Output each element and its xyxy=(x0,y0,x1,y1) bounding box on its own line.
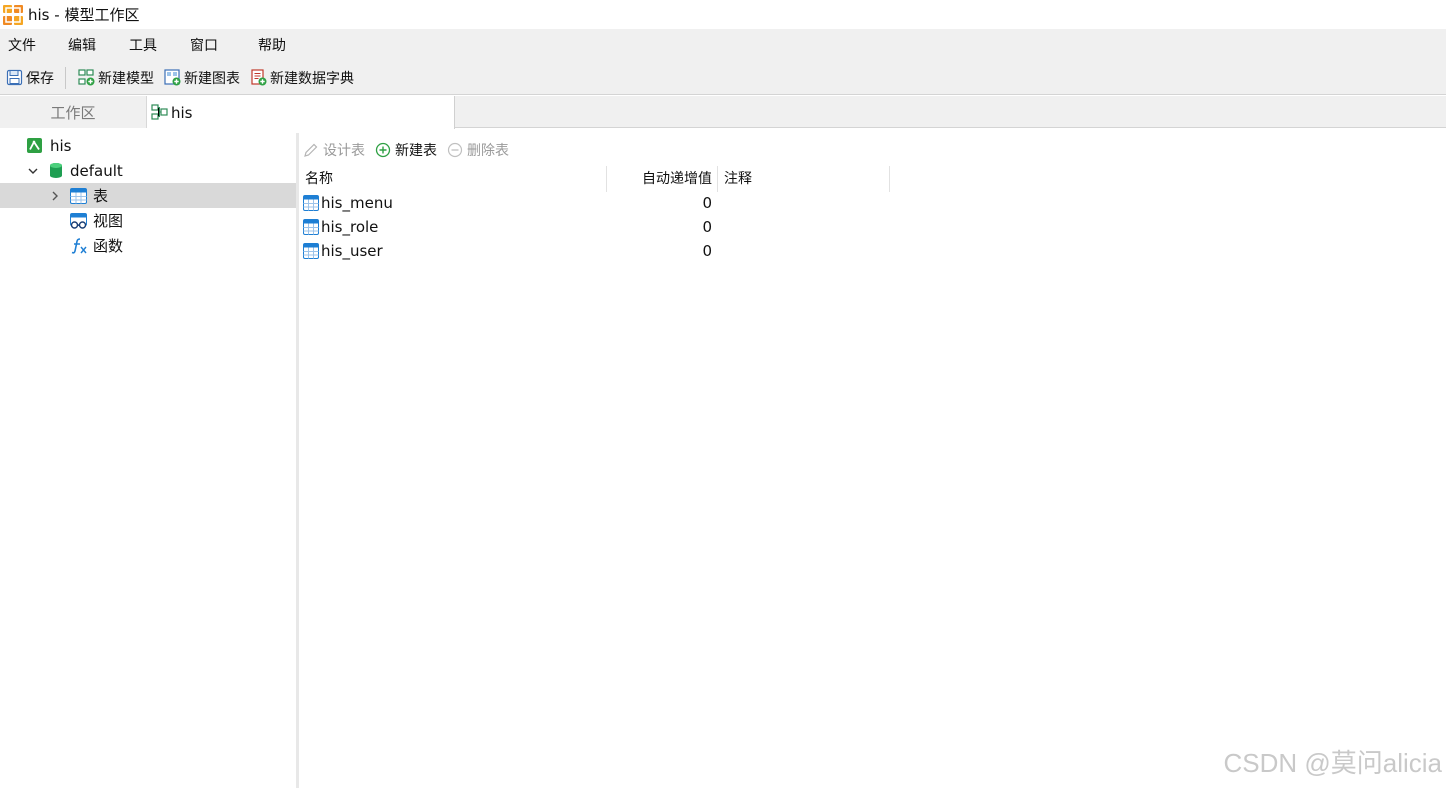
table-row-auto-increment: 0 xyxy=(702,218,712,236)
new-dictionary-label: 新建数据字典 xyxy=(270,70,354,87)
window-title: his - 模型工作区 xyxy=(28,6,140,24)
model-tab-icon xyxy=(151,104,168,120)
table-icon xyxy=(303,219,319,235)
main-toolbar: 保存 新建模型 新建图表 新建数据字典 xyxy=(0,61,1446,95)
tab-workspace-label: 工作区 xyxy=(50,103,96,122)
menu-edit[interactable]: 编辑 xyxy=(68,35,96,55)
table-grid-header: 名称 自动递增值 注释 xyxy=(303,166,903,192)
watermark: CSDN @莫问alicia xyxy=(1223,748,1442,778)
plus-circle-icon xyxy=(375,142,391,158)
column-divider[interactable] xyxy=(889,166,890,192)
function-icon xyxy=(71,238,87,254)
toolbar-divider xyxy=(65,66,66,89)
tree-item-tables[interactable]: 表 xyxy=(0,183,296,208)
table-icon xyxy=(303,243,319,259)
menu-tools[interactable]: 工具 xyxy=(129,35,157,55)
new-table-label: 新建表 xyxy=(395,143,437,159)
save-label: 保存 xyxy=(26,70,54,87)
table-row-name: his_role xyxy=(303,215,378,239)
new-diagram-icon xyxy=(164,69,181,86)
save-icon xyxy=(6,69,23,86)
col-header-comment[interactable]: 注释 xyxy=(724,166,752,190)
new-model-label: 新建模型 xyxy=(98,70,154,87)
new-diagram-label: 新建图表 xyxy=(184,70,240,87)
tree-tables-label: 表 xyxy=(93,187,109,205)
model-tree-pane: his default 表 视图 函数 xyxy=(0,129,296,788)
table-icon xyxy=(70,187,87,204)
table-row-name: his_user xyxy=(303,239,383,263)
database-icon xyxy=(50,163,62,178)
tab-bar: 工作区 his xyxy=(0,96,1446,129)
view-icon xyxy=(70,212,87,229)
table-name-text: his_role xyxy=(321,218,379,236)
tab-model-label: his xyxy=(171,103,193,122)
model-root-icon xyxy=(27,138,42,153)
design-table-button[interactable]: 设计表 xyxy=(303,140,365,160)
object-toolbar: 设计表 新建表 删除表 xyxy=(303,139,519,161)
new-table-button[interactable]: 新建表 xyxy=(375,140,437,160)
pencil-icon xyxy=(304,143,318,157)
column-divider[interactable] xyxy=(717,166,718,192)
tree-schema-label: default xyxy=(70,161,123,180)
minus-circle-icon xyxy=(447,142,463,158)
table-row[interactable]: his_role 0 xyxy=(303,215,723,239)
delete-table-label: 删除表 xyxy=(467,143,509,159)
menu-help[interactable]: 帮助 xyxy=(258,35,286,55)
tree-functions-label: 函数 xyxy=(93,237,124,255)
table-icon xyxy=(303,195,319,211)
column-divider[interactable] xyxy=(606,166,607,192)
new-diagram-button[interactable]: 新建图表 xyxy=(161,65,243,91)
tree-views-label: 视图 xyxy=(93,212,124,230)
chevron-right-icon[interactable] xyxy=(49,190,61,202)
tree-item-views[interactable]: 视图 xyxy=(0,208,296,233)
new-dictionary-button[interactable]: 新建数据字典 xyxy=(247,65,357,91)
navicat-model-icon xyxy=(3,4,23,25)
col-header-name[interactable]: 名称 xyxy=(305,166,333,190)
table-name-text: his_menu xyxy=(321,194,393,212)
menu-bar: 文件 编辑 工具 窗口 帮助 xyxy=(0,29,1446,61)
col-header-auto-increment[interactable]: 自动递增值 xyxy=(609,166,712,190)
menu-file[interactable]: 文件 xyxy=(8,35,36,55)
tree-item-schema-default[interactable]: default xyxy=(0,158,296,183)
save-button[interactable]: 保存 xyxy=(3,65,57,91)
table-row-name: his_menu xyxy=(303,191,393,215)
table-row-auto-increment: 0 xyxy=(702,242,712,260)
tree-item-functions[interactable]: 函数 xyxy=(0,233,296,258)
table-row[interactable]: his_user 0 xyxy=(303,239,723,263)
window-titlebar: his - 模型工作区 xyxy=(0,0,1446,29)
tab-workspace[interactable]: 工作区 xyxy=(0,96,147,128)
table-name-text: his_user xyxy=(321,242,383,260)
new-model-icon xyxy=(78,69,95,86)
tab-model-his[interactable]: his xyxy=(147,96,455,129)
design-table-label: 设计表 xyxy=(323,143,365,159)
new-dictionary-icon xyxy=(251,69,267,86)
tree-item-root[interactable]: his xyxy=(0,133,296,158)
table-row[interactable]: his_menu 0 xyxy=(303,191,723,215)
new-model-button[interactable]: 新建模型 xyxy=(75,65,157,91)
delete-table-button[interactable]: 删除表 xyxy=(447,140,509,160)
object-pane: 设计表 新建表 删除表 名称 自动递增值 注释 his_menu 0 his_r… xyxy=(299,129,1446,788)
table-row-auto-increment: 0 xyxy=(702,194,712,212)
chevron-down-icon[interactable] xyxy=(27,165,39,177)
tree-root-label: his xyxy=(50,136,72,155)
menu-window[interactable]: 窗口 xyxy=(190,35,218,55)
